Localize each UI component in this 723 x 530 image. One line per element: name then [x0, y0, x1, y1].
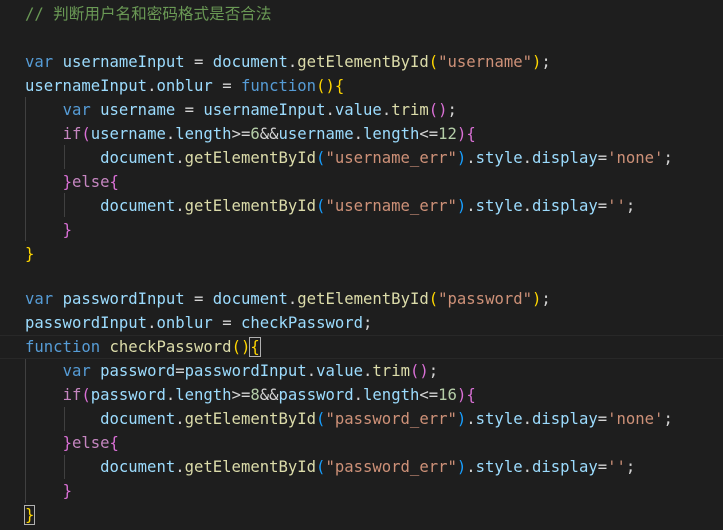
code-line[interactable]: }else{	[25, 170, 119, 194]
keyword-var: var	[25, 290, 54, 308]
identifier: passwordInput	[62, 290, 185, 308]
number-literal: 16	[438, 386, 457, 404]
code-line[interactable]: }	[25, 479, 72, 503]
string-literal: 'none'	[607, 410, 664, 428]
identifier: passwordInput	[184, 362, 307, 380]
keyword-function: function	[25, 338, 101, 356]
identifier: document	[212, 53, 288, 71]
string-literal: "username"	[438, 53, 533, 71]
identifier: style	[475, 458, 523, 476]
code-line[interactable]: var usernameInput = document.getElementB…	[25, 50, 551, 74]
code-line[interactable]: var passwordInput = document.getElementB…	[25, 287, 551, 311]
string-literal: 'none'	[607, 149, 664, 167]
keyword-var: var	[62, 362, 91, 380]
function-name: getElementById	[184, 197, 317, 215]
string-literal: "username_err"	[325, 197, 457, 215]
identifier: display	[532, 149, 598, 167]
identifier: document	[100, 458, 176, 476]
identifier: username	[90, 125, 166, 143]
code-line[interactable]: document.getElementById("password_err").…	[25, 455, 635, 479]
string-literal: ''	[607, 197, 626, 215]
function-name: getElementById	[297, 290, 429, 308]
identifier: length	[363, 125, 420, 143]
code-line[interactable]: if(username.length>=6&&username.length<=…	[25, 122, 476, 146]
identifier: onblur	[156, 314, 213, 332]
string-literal: "password_err"	[325, 458, 457, 476]
code-editor[interactable]: // 判断用户名和密码格式是否合法 var usernameInput = do…	[0, 0, 723, 530]
identifier: display	[532, 410, 598, 428]
keyword-if: if	[62, 125, 82, 143]
keyword-else: else	[71, 434, 110, 452]
identifier: passwordInput	[25, 314, 148, 332]
identifier: value	[316, 362, 364, 380]
code-line[interactable]: }	[23, 503, 36, 527]
function-name: getElementById	[184, 458, 317, 476]
identifier: display	[532, 197, 598, 215]
code-line[interactable]: }else{	[25, 431, 119, 455]
identifier: usernameInput	[203, 101, 326, 119]
identifier: document	[100, 197, 176, 215]
code-line-comment[interactable]: // 判断用户名和密码格式是否合法	[25, 2, 271, 26]
code-line[interactable]: }	[25, 242, 34, 266]
identifier: value	[334, 101, 382, 119]
keyword-var: var	[62, 101, 91, 119]
identifier: display	[532, 458, 598, 476]
code-line[interactable]: document.getElementById("username_err").…	[25, 194, 635, 218]
identifier: onblur	[156, 77, 213, 95]
number-literal: 12	[438, 125, 457, 143]
identifier: password	[278, 386, 354, 404]
function-name: trim	[372, 362, 410, 380]
identifier: usernameInput	[25, 77, 148, 95]
code-line[interactable]: var username = usernameInput.value.trim(…	[25, 98, 457, 122]
identifier: username	[278, 125, 354, 143]
matched-bracket: }	[23, 505, 36, 525]
identifier: style	[475, 410, 523, 428]
code-line-current[interactable]: function checkPassword(){	[25, 335, 261, 359]
identifier: length	[175, 125, 232, 143]
identifier: style	[475, 197, 523, 215]
code-line[interactable]: document.getElementById("username_err").…	[25, 146, 673, 170]
keyword-if: if	[62, 386, 82, 404]
code-line[interactable]: }	[25, 218, 72, 242]
string-literal: "password_err"	[325, 410, 457, 428]
function-name: getElementById	[184, 149, 317, 167]
number-literal: 6	[250, 125, 260, 143]
identifier: style	[475, 149, 523, 167]
code-line[interactable]: if(password.length>=8&&password.length<=…	[25, 383, 476, 407]
code-line[interactable]: document.getElementById("password_err").…	[25, 407, 673, 431]
string-literal: ''	[607, 458, 626, 476]
identifier: length	[363, 386, 420, 404]
string-literal: "password"	[438, 290, 533, 308]
identifier: password	[100, 362, 176, 380]
keyword-function: function	[240, 77, 317, 95]
comment-text: // 判断用户名和密码格式是否合法	[25, 5, 272, 23]
function-name: getElementById	[297, 53, 429, 71]
matched-bracket: {	[249, 337, 261, 357]
number-literal: 8	[250, 386, 260, 404]
function-name: checkPassword	[109, 338, 232, 356]
string-literal: "username_err"	[325, 149, 457, 167]
identifier: usernameInput	[62, 53, 185, 71]
identifier: document	[100, 410, 176, 428]
function-name: getElementById	[184, 410, 317, 428]
function-name: trim	[391, 101, 429, 119]
identifier: document	[100, 149, 176, 167]
identifier: password	[90, 386, 166, 404]
identifier: document	[212, 290, 288, 308]
code-line[interactable]: passwordInput.onblur = checkPassword;	[25, 311, 372, 335]
code-line[interactable]: usernameInput.onblur = function(){	[25, 74, 344, 98]
keyword-else: else	[71, 173, 110, 191]
keyword-var: var	[25, 53, 54, 71]
identifier: checkPassword	[240, 314, 364, 332]
identifier: username	[100, 101, 176, 119]
code-line[interactable]: var password=passwordInput.value.trim();	[25, 359, 439, 383]
identifier: length	[175, 386, 232, 404]
